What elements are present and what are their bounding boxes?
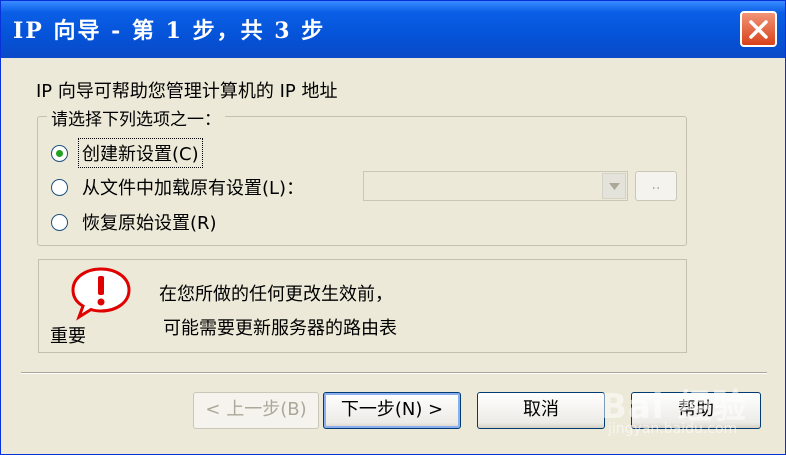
option-create-new-label[interactable]: 创建新设置(C) bbox=[78, 138, 203, 168]
button-separator bbox=[21, 372, 767, 374]
next-button[interactable]: 下一步(N) > bbox=[323, 392, 461, 429]
cancel-button[interactable]: 取消 bbox=[477, 392, 605, 429]
ip-wizard-dialog: IP 向导 - 第 1 步，共 3 步 IP 向导可帮助您管理计算机的 IP 地… bbox=[0, 0, 786, 455]
radio-restore-original[interactable] bbox=[51, 213, 68, 231]
combo-dropdown-button[interactable] bbox=[602, 173, 626, 199]
back-button[interactable]: < 上一步(B) bbox=[193, 392, 319, 429]
option-restore-original-label[interactable]: 恢复原始设置(R) bbox=[80, 209, 219, 235]
watermark-url: jingyan.baidu.com bbox=[608, 421, 738, 437]
option-create-new[interactable]: 创建新设置(C) bbox=[51, 138, 203, 168]
radio-selected-dot bbox=[56, 149, 63, 157]
intro-text: IP 向导可帮助您管理计算机的 IP 地址 bbox=[36, 81, 338, 102]
warning-line-2: 可能需要更新服务器的路由表 bbox=[163, 318, 397, 339]
radio-load-from-file[interactable] bbox=[51, 178, 68, 196]
browse-button[interactable]: .. bbox=[635, 171, 677, 201]
window-title: IP 向导 - 第 1 步，共 3 步 bbox=[13, 18, 326, 44]
option-load-from-file-label[interactable]: 从文件中加载原有设置(L)： bbox=[80, 174, 306, 200]
option-restore-original[interactable]: 恢复原始设置(R) bbox=[51, 208, 219, 236]
file-select-combo[interactable] bbox=[363, 171, 628, 201]
chevron-down-icon bbox=[609, 183, 620, 190]
warning-icon bbox=[71, 267, 131, 321]
title-bar[interactable]: IP 向导 - 第 1 步，共 3 步 bbox=[1, 1, 785, 58]
warning-line-1: 在您所做的任何更改生效前， bbox=[159, 284, 393, 305]
radio-create-new[interactable] bbox=[51, 144, 68, 162]
close-icon bbox=[749, 20, 768, 39]
option-load-from-file[interactable]: 从文件中加载原有设置(L)： bbox=[51, 173, 306, 201]
close-button[interactable] bbox=[740, 11, 777, 47]
options-group-legend: 请选择下列选项之一： bbox=[47, 105, 225, 130]
warning-label: 重要 bbox=[50, 326, 86, 347]
